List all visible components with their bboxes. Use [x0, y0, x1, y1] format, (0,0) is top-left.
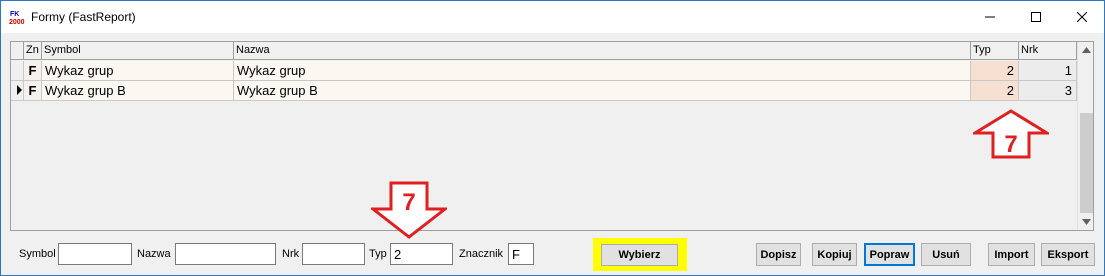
- svg-text:FK: FK: [10, 11, 19, 18]
- scrollbar-thumb[interactable]: [1080, 113, 1093, 213]
- maximize-button[interactable]: [1013, 1, 1059, 33]
- typ-filter-label: Typ: [369, 248, 387, 260]
- znacznik-filter-input[interactable]: [508, 243, 534, 265]
- nazwa-filter-input[interactable]: [175, 243, 276, 265]
- forms-grid[interactable]: Zn Symbol Nazwa Typ Nrk F Wykaz grup Wyk…: [10, 41, 1094, 231]
- header-zn[interactable]: Zn: [24, 42, 42, 60]
- header-indicator: [11, 42, 24, 60]
- nrk-filter-label: Nrk: [282, 248, 300, 260]
- vertical-scrollbar[interactable]: [1077, 42, 1093, 230]
- window-title: Formy (FastReport): [31, 10, 136, 24]
- cell-nazwa[interactable]: Wykaz grup B: [234, 81, 971, 101]
- current-row-arrow-icon: [17, 85, 22, 95]
- header-symbol[interactable]: Symbol: [42, 42, 234, 60]
- import-button[interactable]: Import: [988, 243, 1035, 266]
- scroll-up-icon[interactable]: [1082, 47, 1091, 53]
- close-icon: [1077, 12, 1087, 22]
- cell-zn[interactable]: F: [24, 61, 42, 81]
- symbol-filter-label: Symbol: [19, 248, 56, 260]
- cell-symbol[interactable]: Wykaz grup: [42, 61, 234, 81]
- kopiuj-button[interactable]: Kopiuj: [812, 243, 857, 266]
- annotation-arrow-up: 7: [973, 109, 1049, 159]
- header-nrk[interactable]: Nrk: [1019, 42, 1077, 60]
- popraw-button[interactable]: Popraw: [864, 243, 915, 266]
- header-typ[interactable]: Typ: [971, 42, 1019, 60]
- current-row-indicator: [11, 81, 24, 101]
- minimize-icon: [985, 16, 995, 18]
- cell-nrk[interactable]: 1: [1019, 61, 1077, 81]
- dopisz-button[interactable]: Dopisz: [756, 243, 801, 266]
- cell-typ[interactable]: 2: [971, 81, 1019, 101]
- app-icon: FK 2000: [9, 9, 25, 25]
- table-row[interactable]: F Wykaz grup Wykaz grup 2 1: [11, 61, 1077, 81]
- title-bar: FK 2000 Formy (FastReport): [1, 1, 1104, 33]
- scroll-down-icon[interactable]: [1082, 219, 1091, 225]
- close-button[interactable]: [1059, 1, 1105, 33]
- annotation-label: 7: [1004, 131, 1017, 158]
- znacznik-filter-label: Znacznik: [459, 248, 504, 260]
- svg-text:2000: 2000: [9, 19, 25, 25]
- minimize-button[interactable]: [967, 1, 1013, 33]
- usun-button[interactable]: Usuń: [921, 243, 971, 266]
- annotation-label: 7: [402, 189, 415, 216]
- nazwa-filter-label: Nazwa: [137, 248, 171, 260]
- table-row[interactable]: F Wykaz grup B Wykaz grup B 2 3: [11, 81, 1077, 101]
- nrk-filter-input[interactable]: [302, 243, 365, 265]
- row-indicator: [11, 61, 24, 81]
- annotation-arrow-down: 7: [371, 181, 447, 239]
- eksport-button[interactable]: Eksport: [1041, 243, 1095, 266]
- cell-typ[interactable]: 2: [971, 61, 1019, 81]
- typ-filter-input[interactable]: [390, 243, 453, 265]
- header-nazwa[interactable]: Nazwa: [234, 42, 971, 60]
- cell-nazwa[interactable]: Wykaz grup: [234, 61, 971, 81]
- wybierz-button[interactable]: Wybierz: [601, 244, 678, 266]
- maximize-icon: [1031, 12, 1041, 22]
- symbol-filter-input[interactable]: [58, 243, 132, 265]
- cell-symbol[interactable]: Wykaz grup B: [42, 81, 234, 101]
- window: FK 2000 Formy (FastReport) Zn Symbol Naz…: [0, 0, 1105, 276]
- cell-nrk[interactable]: 3: [1019, 81, 1077, 101]
- cell-zn[interactable]: F: [24, 81, 42, 101]
